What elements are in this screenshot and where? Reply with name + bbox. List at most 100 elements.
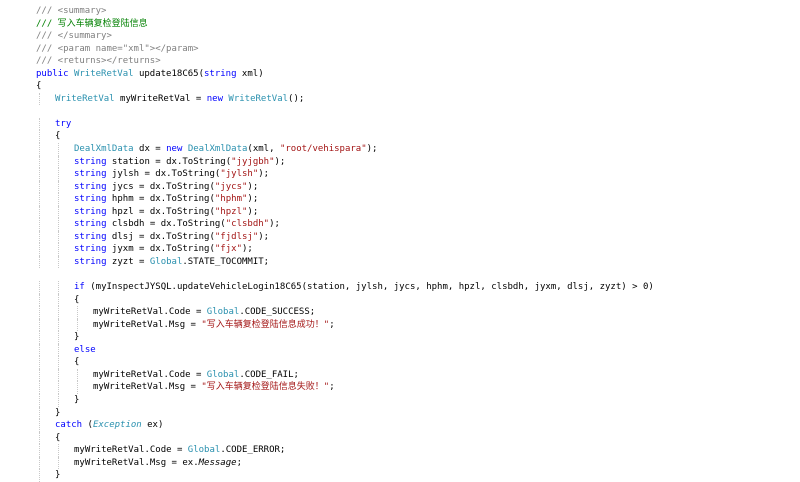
code-line[interactable]: } xyxy=(36,331,800,344)
code-token: ex) xyxy=(141,420,164,431)
code-line-content: /// <returns></returns> xyxy=(36,56,161,66)
indent-guide xyxy=(39,406,40,420)
code-token: xml) xyxy=(236,68,264,79)
code-line[interactable]: if (myInspectJYSQL.updateVehicleLogin18C… xyxy=(36,281,800,294)
indent-guide xyxy=(58,155,59,169)
code-token: myWriteRetVal.Code = xyxy=(74,445,188,456)
indent-guide xyxy=(39,155,40,169)
indent-guide xyxy=(39,343,40,357)
code-line[interactable]: /// <param name="xml"></param> xyxy=(36,43,800,56)
code-token: Message xyxy=(198,457,237,468)
code-token: myWriteRetVal.Code = xyxy=(93,369,207,380)
code-line-content: string hpzl = dx.ToString("hpzl"); xyxy=(36,207,258,217)
code-token: string xyxy=(74,181,107,192)
code-token: ( xyxy=(82,420,93,431)
indent-guide xyxy=(58,381,59,394)
code-line-content: try xyxy=(36,119,71,129)
code-line[interactable]: } xyxy=(36,469,800,482)
code-line[interactable]: /// 写入车辆复检登陆信息 xyxy=(36,18,800,31)
code-token: "fjdlsj" xyxy=(214,231,259,242)
code-line-content: if (myInspectJYSQL.updateVehicleLogin18C… xyxy=(36,282,654,292)
code-token: hphm = dx.ToString( xyxy=(106,194,215,205)
code-line[interactable]: /// <summary> xyxy=(36,5,800,18)
code-line[interactable]: string station = dx.ToString("jyjgbh"); xyxy=(36,155,800,169)
indent-guide xyxy=(39,431,40,445)
code-line-content: myWriteRetVal.Code = Global.CODE_FAIL; xyxy=(36,370,299,380)
code-token: ); xyxy=(247,181,259,192)
code-line[interactable]: { xyxy=(36,293,800,307)
code-token: } xyxy=(55,407,61,418)
code-token: dlsj = dx.ToString( xyxy=(106,231,215,242)
code-line[interactable]: public WriteRetVal update18C65(string xm… xyxy=(36,68,800,81)
code-token: myWriteRetVal.Msg = ex. xyxy=(74,457,199,468)
code-token: "写入车辆复检登陆信息成功！" xyxy=(201,319,330,330)
code-line[interactable]: DealXmlData dx = new DealXmlData(xml, "r… xyxy=(36,143,800,156)
code-line-content: myWriteRetVal.Msg = "写入车辆复检登陆信息失败！"; xyxy=(36,382,335,392)
code-token: } xyxy=(74,332,80,343)
code-line[interactable]: { xyxy=(36,130,800,144)
code-line[interactable]: string zyzt = Global.STATE_TOCOMMIT; xyxy=(36,255,800,269)
code-token: ); xyxy=(258,169,270,180)
code-line[interactable]: string hpzl = dx.ToString("hpzl"); xyxy=(36,205,800,219)
code-line[interactable]: } xyxy=(36,393,800,407)
code-line[interactable]: myWriteRetVal.Code = Global.CODE_ERROR; xyxy=(36,444,800,457)
indent-guide xyxy=(39,444,40,457)
code-token: station = dx.ToString( xyxy=(106,156,232,167)
code-editor[interactable]: /// <summary> /// 写入车辆复检登陆信息 /// </summary… xyxy=(0,0,800,482)
code-line[interactable]: myWriteRetVal.Msg = "写入车辆复检登陆信息成功！"; xyxy=(36,318,800,332)
code-line[interactable]: string jycs = dx.ToString("jycs"); xyxy=(36,180,800,194)
indent-guide xyxy=(77,381,78,394)
code-line[interactable]: string jylsh = dx.ToString("jylsh"); xyxy=(36,168,800,181)
indent-guide xyxy=(39,180,40,194)
indent-guide xyxy=(39,331,40,344)
code-token: { xyxy=(55,432,61,443)
indent-guide xyxy=(77,318,78,332)
code-line-content: string station = dx.ToString("jyjgbh"); xyxy=(36,157,285,167)
code-line[interactable]: try xyxy=(36,117,800,131)
code-line[interactable]: myWriteRetVal.Code = Global.CODE_SUCCESS… xyxy=(36,306,800,319)
code-line[interactable]: { xyxy=(36,356,800,369)
code-line[interactable]: /// <returns></returns> xyxy=(36,55,800,68)
code-area[interactable]: /// <summary> /// 写入车辆复检登陆信息 /// </summary… xyxy=(36,5,800,482)
code-line[interactable]: catch (Exception ex) xyxy=(36,419,800,432)
code-token: "hpzl" xyxy=(214,206,248,217)
code-token: "clsbdh" xyxy=(225,219,270,230)
code-token: } xyxy=(74,394,80,405)
code-token: Global xyxy=(187,445,221,456)
code-token: "写入车辆复检登陆信息失败！" xyxy=(201,382,330,393)
code-line[interactable]: string jyxm = dx.ToString("fjx"); xyxy=(36,243,800,256)
code-token: else xyxy=(74,344,96,355)
indent-guide xyxy=(39,193,40,206)
code-line[interactable]: /// </summary> xyxy=(36,30,800,43)
indent-guide xyxy=(39,381,40,394)
code-token: string xyxy=(74,206,107,217)
code-line[interactable]: myWriteRetVal.Msg = ex.Message; xyxy=(36,456,800,470)
code-token: DealXmlData xyxy=(74,144,134,155)
code-line[interactable]: } xyxy=(36,406,800,420)
indent-guide xyxy=(39,469,40,482)
code-token: jylsh = dx.ToString( xyxy=(106,169,221,180)
code-line[interactable]: myWriteRetVal.Code = Global.CODE_FAIL; xyxy=(36,368,800,382)
code-line-content: myWriteRetVal.Code = Global.CODE_ERROR; xyxy=(36,445,285,455)
code-token: { xyxy=(74,357,80,368)
indent-guide xyxy=(39,230,40,244)
indent-guide xyxy=(39,243,40,256)
code-line[interactable]: myWriteRetVal.Msg = "写入车辆复检登陆信息失败！"; xyxy=(36,381,800,394)
code-token: (); xyxy=(288,93,305,104)
indent-guide xyxy=(39,368,40,382)
code-line[interactable]: else xyxy=(36,343,800,357)
code-line[interactable] xyxy=(36,268,800,281)
code-line[interactable]: string hphm = dx.ToString("hphm"); xyxy=(36,193,800,206)
code-token: Exception xyxy=(92,420,142,431)
code-line[interactable]: { xyxy=(36,80,800,93)
code-line[interactable]: string clsbdh = dx.ToString("clsbdh"); xyxy=(36,218,800,231)
code-line[interactable]: { xyxy=(36,431,800,445)
code-line[interactable] xyxy=(36,105,800,118)
code-token: ); xyxy=(258,231,270,242)
code-line[interactable]: WriteRetVal myWriteRetVal = new WriteRet… xyxy=(36,92,800,106)
code-token: (xml, xyxy=(247,144,280,155)
indent-guide xyxy=(39,393,40,407)
code-token: hpzl = dx.ToString( xyxy=(106,206,215,217)
code-line[interactable]: string dlsj = dx.ToString("fjdlsj"); xyxy=(36,230,800,244)
code-token: if xyxy=(74,282,85,293)
